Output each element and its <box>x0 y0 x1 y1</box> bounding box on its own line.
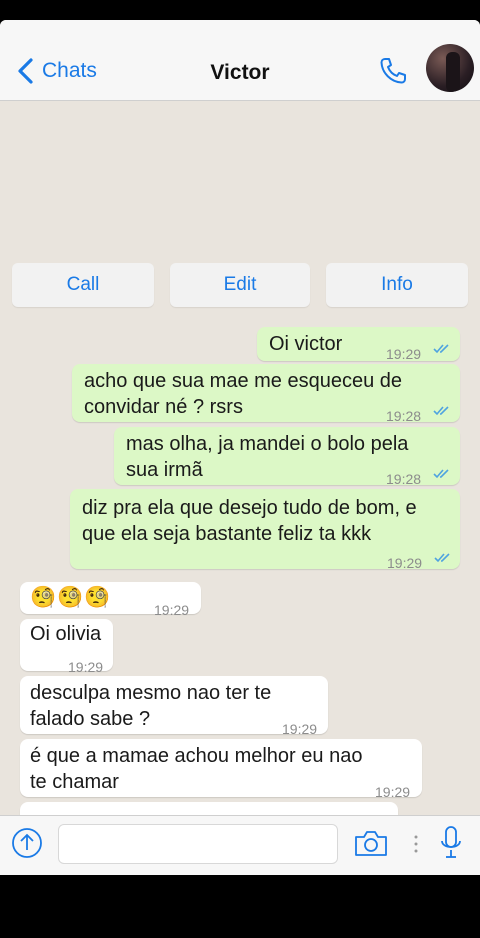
message-text-line: sua irmã <box>126 459 203 481</box>
upload-icon[interactable] <box>11 827 43 859</box>
double-check-icon <box>433 469 449 479</box>
message-bubble-outgoing[interactable]: acho que sua mae me esqueceu de convidar… <box>72 364 460 424</box>
navigation-bar: Chats Victor <box>0 20 480 101</box>
chat-screen: Chats Victor Call Edit Info Oi victor 19… <box>0 20 480 875</box>
message-text: Oi olivia <box>30 623 102 645</box>
phone-icon[interactable] <box>378 56 408 86</box>
info-button[interactable]: Info <box>326 263 468 307</box>
double-check-icon <box>433 406 449 416</box>
edit-button[interactable]: Edit <box>170 263 310 307</box>
double-check-icon <box>434 553 450 563</box>
message-bubble-outgoing[interactable]: mas olha, ja mandei o bolo pela sua irmã… <box>114 427 460 487</box>
message-bubble-incoming[interactable]: 🧐🧐🧐 19:29 <box>20 582 201 618</box>
message-text-line: acho que sua mae me esqueceu de <box>84 370 402 392</box>
message-text-line: te chamar <box>30 771 119 793</box>
message-text-line: que ela seja bastante feliz ta kkk <box>82 523 372 545</box>
call-button[interactable]: Call <box>12 263 154 307</box>
message-text-line: falado sabe ? <box>30 708 151 730</box>
contact-name[interactable]: Victor <box>0 61 480 85</box>
message-text: Oi victor <box>269 333 343 355</box>
message-bubble-outgoing[interactable]: Oi victor 19:29 <box>257 327 460 362</box>
more-dots-icon <box>414 835 418 853</box>
camera-icon[interactable] <box>354 829 388 857</box>
message-text-line: desculpa mesmo nao ter te <box>30 682 272 704</box>
message-composer <box>0 815 480 875</box>
message-time: 19:29 <box>154 602 190 618</box>
avatar-figure <box>446 52 460 92</box>
message-text-line: diz pra ela que desejo tudo de bom, e <box>82 497 417 519</box>
message-bubble-incoming[interactable]: desculpa mesmo nao ter te falado sabe ? … <box>20 676 328 737</box>
message-text-line: é que a mamae achou melhor eu nao <box>30 745 363 767</box>
double-check-icon <box>433 344 449 354</box>
message-text-line: mas olha, ja mandei o bolo pela <box>126 433 409 455</box>
message-text-line: convidar né ? rsrs <box>84 396 243 418</box>
contact-avatar[interactable] <box>426 44 474 92</box>
message-bubble-incoming[interactable]: Oi olivia 19:29 <box>20 619 113 675</box>
contact-actions: Call Edit Info <box>12 263 468 307</box>
microphone-icon[interactable] <box>439 825 463 861</box>
message-bubble-outgoing[interactable]: diz pra ela que desejo tudo de bom, e qu… <box>70 489 460 571</box>
message-bubble-incoming[interactable]: é que a mamae achou melhor eu nao te cha… <box>20 739 422 800</box>
message-input[interactable] <box>58 824 338 864</box>
message-time: 19:29 <box>387 555 423 571</box>
message-time: 19:28 <box>386 408 422 424</box>
emoji-message: 🧐🧐🧐 <box>30 586 112 609</box>
